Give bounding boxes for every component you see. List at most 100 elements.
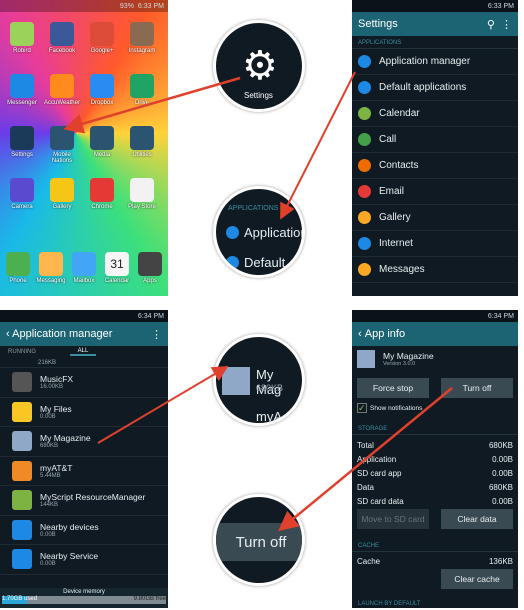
settings-item[interactable]: Call — [352, 127, 518, 153]
item-icon — [358, 159, 371, 172]
settings-item[interactable]: Messages — [352, 257, 518, 283]
status-bar: 6:33 PM — [352, 0, 518, 12]
app-icon-accuweather[interactable]: AccuWeather — [44, 74, 80, 106]
list-item[interactable]: MyScript ResourceManager 144KB — [0, 486, 168, 516]
move-to-sd-button[interactable]: Move to SD card — [357, 509, 429, 529]
force-stop-button[interactable]: Force stop — [357, 378, 429, 398]
header: ‹ Application manager ⋮ — [0, 322, 168, 346]
dock-apps[interactable]: Apps — [132, 252, 168, 284]
device-memory: Device memory 1.70GB used 9.80GB free — [0, 588, 168, 608]
home-screen: 93% 6:33 PM Robird Facebook Google+ Instagra… — [0, 0, 168, 296]
check-icon: ✓ — [357, 403, 367, 413]
settings-item[interactable]: Gallery — [352, 205, 518, 231]
callout-turn-off: Turn off — [213, 494, 305, 586]
app-header: My Magazine Version 3.0.0 — [352, 346, 518, 372]
app-icon-drive[interactable]: Drive — [124, 74, 160, 106]
back-icon[interactable]: ‹ — [358, 328, 362, 340]
app-icon-messenger[interactable]: Messenger — [4, 74, 40, 106]
clear-cache-button[interactable]: Clear cache — [441, 569, 513, 589]
storage-row: Application 0.00B — [357, 454, 513, 464]
item-icon — [358, 237, 371, 250]
app-icon-chrome[interactable]: Chrome — [84, 178, 120, 210]
page-title: Settings — [358, 18, 398, 30]
storage-list: Total 680KB Application 0.00B SD card app 0.0… — [352, 438, 518, 508]
app-icon-robird[interactable]: Robird — [4, 22, 40, 54]
gear-icon: ⚙ — [242, 44, 278, 88]
item-icon — [358, 185, 371, 198]
tabs: RUNNING ALL — [0, 346, 168, 358]
settings-item[interactable]: Application manager — [352, 49, 518, 75]
status-bar: 93% 6:33 PM — [0, 0, 168, 12]
app-icon-media[interactable]: Media — [84, 126, 120, 158]
storage-row: Data 680KB — [357, 482, 513, 492]
show-notifications-checkbox[interactable]: ✓ Show notifications — [357, 403, 422, 413]
storage-row: SD card data 0.00B — [357, 496, 513, 506]
status-bar: 6:34 PM — [352, 310, 518, 322]
dock-calendar[interactable]: 31 Calendar — [99, 252, 135, 284]
item-icon — [358, 107, 371, 120]
more-icon[interactable]: ⋮ — [151, 328, 162, 341]
section-applications: APPLICATIONS — [352, 36, 518, 49]
app-icon-play-store[interactable]: Play Store — [124, 178, 160, 210]
callout-application-manager: APPLICATIONS Application Default — [213, 186, 305, 278]
list-item[interactable]: MusicFX 16.00KB — [0, 368, 168, 398]
tab-all[interactable]: ALL — [70, 348, 96, 356]
app-icon — [357, 350, 375, 368]
list-item[interactable]: Nearby devices 0.00B — [0, 516, 168, 545]
app-icon — [12, 460, 32, 481]
page-title: App info — [364, 328, 406, 340]
app-icon-utilities[interactable]: Utilities — [124, 126, 160, 158]
settings-item[interactable]: Calendar — [352, 101, 518, 127]
tab-running[interactable]: RUNNING — [0, 349, 70, 355]
clear-data-button[interactable]: Clear data — [441, 509, 513, 529]
app-icon-camera[interactable]: Camera — [4, 178, 40, 210]
item-icon — [358, 211, 371, 224]
header: ‹ App info — [352, 322, 518, 346]
search-icon[interactable]: ⚲ — [487, 19, 495, 31]
list-item[interactable]: myAT&T 5.44MB — [0, 457, 168, 486]
header: Settings ⚲ ⋮ — [352, 12, 518, 36]
settings-item[interactable]: Email — [352, 179, 518, 205]
app-icon-dropbox[interactable]: Dropbox — [84, 74, 120, 106]
list-item[interactable]: My Files 0.00B — [0, 398, 168, 427]
status-bar: 6:34 PM — [0, 310, 168, 322]
app-manager-screen: 6:34 PM ‹ Application manager ⋮ RUNNING … — [0, 310, 168, 608]
page-title: Application manager — [12, 328, 113, 340]
item-icon — [358, 81, 371, 94]
more-icon[interactable]: ⋮ — [501, 19, 512, 31]
turn-off-button[interactable]: Turn off — [441, 378, 513, 398]
storage-row: Total 680KB — [357, 440, 513, 450]
app-icon — [12, 549, 32, 570]
callout-my-magazine: My Mag 680KB myA — [213, 334, 305, 426]
settings-screen: 6:33 PM Settings ⚲ ⋮ APPLICATIONS Applic… — [352, 0, 518, 296]
item-icon — [358, 263, 371, 276]
dock-phone[interactable]: Phone — [0, 252, 36, 284]
app-icon — [12, 372, 32, 393]
app-icon-gallery[interactable]: Gallery — [44, 178, 80, 210]
app-info-screen: 6:34 PM ‹ App info My Magazine Version 3.… — [352, 310, 518, 608]
app-icon-facebook[interactable]: Facebook — [44, 22, 80, 54]
app-icon-google-[interactable]: Google+ — [84, 22, 120, 54]
app-icon — [12, 431, 32, 452]
item-icon — [358, 55, 371, 68]
app-icon-settings[interactable]: Settings — [4, 126, 40, 158]
back-icon[interactable]: ‹ — [6, 328, 10, 340]
callout-settings: ⚙ Settings — [213, 20, 305, 112]
app-icon-instagram[interactable]: Instagram — [124, 22, 160, 54]
list-item[interactable]: My Magazine 680KB — [0, 427, 168, 457]
dock-mailbox[interactable]: Mailbox — [66, 252, 102, 284]
app-icon — [12, 490, 32, 511]
dock-messaging[interactable]: Messaging — [33, 252, 69, 284]
storage-row: SD card app 0.00B — [357, 468, 513, 478]
item-icon — [358, 133, 371, 146]
app-list: MusicFX 16.00KB My Files 0.00B My Magazine 68… — [0, 368, 168, 575]
list-item[interactable]: Nearby Service 0.00B — [0, 545, 168, 575]
settings-item[interactable]: Default applications — [352, 75, 518, 101]
settings-list: Application manager Default applications C… — [352, 49, 518, 283]
cache-row: Cache 136KB — [357, 556, 513, 566]
app-icon-mobile-nations[interactable]: Mobile Nations — [44, 126, 80, 164]
settings-item[interactable]: Internet — [352, 231, 518, 257]
app-icon — [12, 519, 32, 540]
app-icon — [12, 401, 32, 422]
settings-item[interactable]: Contacts — [352, 153, 518, 179]
